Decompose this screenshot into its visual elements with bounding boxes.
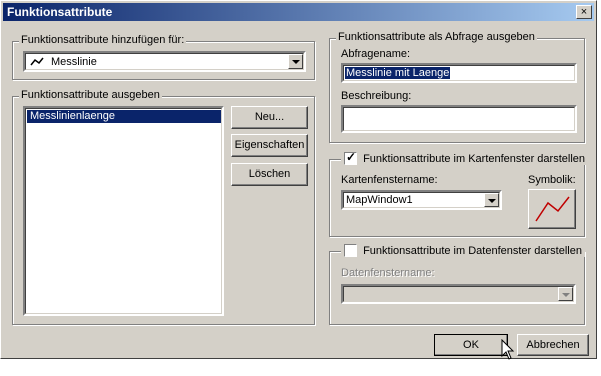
data-window-name-label: Datenfenstername: [341, 267, 435, 279]
attribute-list[interactable]: Messlinienlaenge [23, 106, 224, 316]
line-icon [30, 57, 44, 66]
delete-button-label: Löschen [248, 168, 291, 180]
map-window-value: MapWindow1 [346, 194, 413, 206]
map-window-group: ✓ Funktionsattribute im Kartenfenster da… [329, 150, 589, 237]
description-label: Beschreibung: [341, 90, 412, 102]
properties-button[interactable]: Eigenschaften [231, 134, 308, 157]
data-window-checkbox-row[interactable]: Funktionsattribute im Datenfenster darst… [341, 244, 585, 257]
chevron-down-icon[interactable] [484, 193, 499, 207]
cancel-button-label: Abbrechen [526, 339, 580, 351]
close-button[interactable]: × [576, 5, 592, 19]
delete-button[interactable]: Löschen [231, 163, 308, 186]
close-icon: × [580, 6, 588, 18]
query-name-value: Messlinie mit Laenge [345, 67, 451, 79]
output-attributes-legend: Funktionsattribute ausgeben [19, 89, 162, 101]
list-item[interactable]: Messlinienlaenge [27, 110, 221, 123]
symbol-label: Symbolik: [528, 174, 576, 186]
ok-button-label: OK [463, 339, 479, 351]
query-name-input[interactable]: Messlinie mit Laenge [341, 63, 577, 83]
add-attributes-group: Funktionsattribute hinzufügen für: Messl… [12, 34, 315, 80]
description-input[interactable] [341, 105, 577, 133]
feature-type-combo[interactable]: Messlinie [23, 51, 306, 72]
add-attributes-legend: Funktionsattribute hinzufügen für: [19, 34, 187, 46]
feature-type-value: Messlinie [51, 56, 97, 68]
query-legend: Funktionsattribute als Abfrage ausgeben [336, 31, 537, 43]
title-bar[interactable]: Funktionsattribute × [3, 3, 594, 21]
properties-button-label: Eigenschaften [234, 139, 305, 151]
data-window-combo[interactable] [341, 284, 576, 304]
check-icon: ✓ [346, 150, 357, 164]
query-group: Funktionsattribute als Abfrage ausgeben … [329, 31, 585, 143]
new-button[interactable]: Neu... [231, 106, 308, 129]
ok-button[interactable]: OK [434, 334, 508, 356]
data-window-checkbox-label: Funktionsattribute im Datenfenster darst… [363, 244, 582, 257]
map-window-checkbox[interactable]: ✓ [344, 150, 357, 165]
chevron-down-icon[interactable] [288, 54, 303, 69]
map-window-name-label: Kartenfenstername: [341, 174, 438, 186]
output-attributes-group: Funktionsattribute ausgeben Messlinienla… [12, 89, 315, 325]
map-window-checkbox-label: Funktionsattribute im Kartenfenster dars… [363, 152, 586, 165]
data-window-group: Funktionsattribute im Datenfenster darst… [329, 244, 585, 325]
mouse-cursor-icon [501, 339, 515, 360]
symbol-button[interactable] [528, 189, 576, 229]
new-button-label: Neu... [254, 111, 285, 123]
map-window-combo[interactable]: MapWindow1 [341, 190, 502, 210]
query-name-label: Abfragename: [341, 48, 411, 60]
map-window-checkbox-row[interactable]: ✓ Funktionsattribute im Kartenfenster da… [341, 150, 589, 165]
window-title: Funktionsattribute [7, 5, 113, 19]
cancel-button[interactable]: Abbrechen [517, 334, 589, 356]
line-symbol-icon [535, 196, 570, 222]
dialog-window: Funktionsattribute × Funktionsattribute … [0, 0, 597, 360]
data-window-checkbox[interactable] [344, 244, 357, 257]
chevron-down-icon [558, 287, 573, 301]
